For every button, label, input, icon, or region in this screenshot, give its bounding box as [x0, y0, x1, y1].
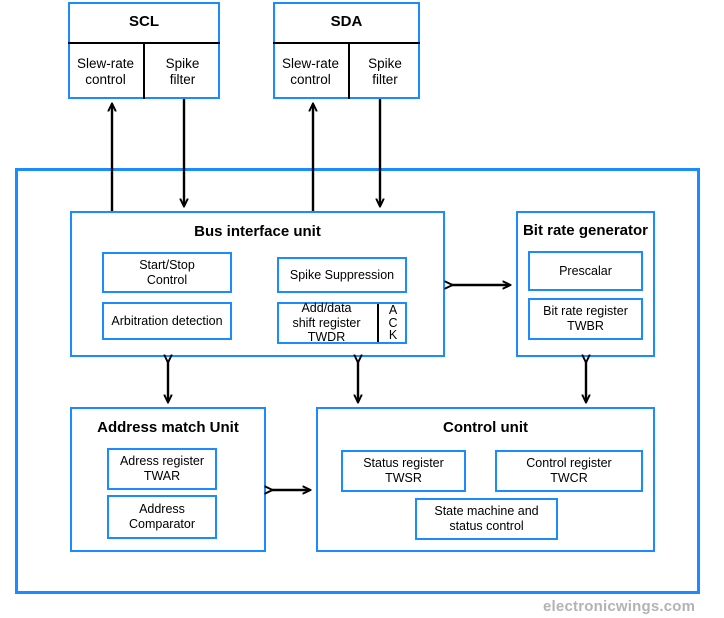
ack-indicator: A C K	[379, 302, 407, 344]
sda-pin-title: SDA	[330, 13, 363, 31]
scl-slew-rate-control-label: Slew-rate control	[76, 55, 135, 87]
prescalar-label: Prescalar	[559, 263, 612, 278]
bit-rate-generator-title: Bit rate generator	[522, 222, 649, 240]
watermark: electronicwings.com	[543, 598, 696, 615]
ack-letter-a: A	[388, 303, 398, 318]
bus-interface-unit-title: Bus interface unit	[194, 223, 321, 241]
control-register-label: Control register TWCR	[526, 456, 612, 485]
diagram-canvas: SCL Slew-rate control Spike filter SDA S…	[0, 0, 724, 618]
adress-register-label: Adress register TWAR	[119, 454, 205, 483]
arbitration-detection-label: Arbitration detection	[111, 313, 223, 328]
address-match-unit-title: Address match Unit	[97, 419, 239, 437]
control-unit-title: Control unit	[443, 419, 528, 437]
bit-rate-register-label: Bit rate register TWBR	[543, 304, 628, 333]
scl-pin-title: SCL	[129, 13, 159, 31]
address-comparator-label: Address Comparator	[129, 502, 195, 531]
state-machine-label: State machine and status control	[434, 504, 539, 533]
start-stop-control-label: Start/Stop Control	[139, 257, 195, 287]
ack-letter-k: K	[388, 328, 398, 343]
spike-suppression-label: Spike Suppression	[289, 267, 395, 282]
sda-spike-filter-label: Spike filter	[368, 55, 402, 87]
scl-spike-filter-label: Spike filter	[165, 55, 200, 87]
sda-slew-rate-control-label: Slew-rate control	[281, 55, 340, 87]
add-data-shift-register-label: Add/data shift register TWDR	[292, 300, 361, 345]
status-register-label: Status register TWSR	[363, 456, 444, 485]
